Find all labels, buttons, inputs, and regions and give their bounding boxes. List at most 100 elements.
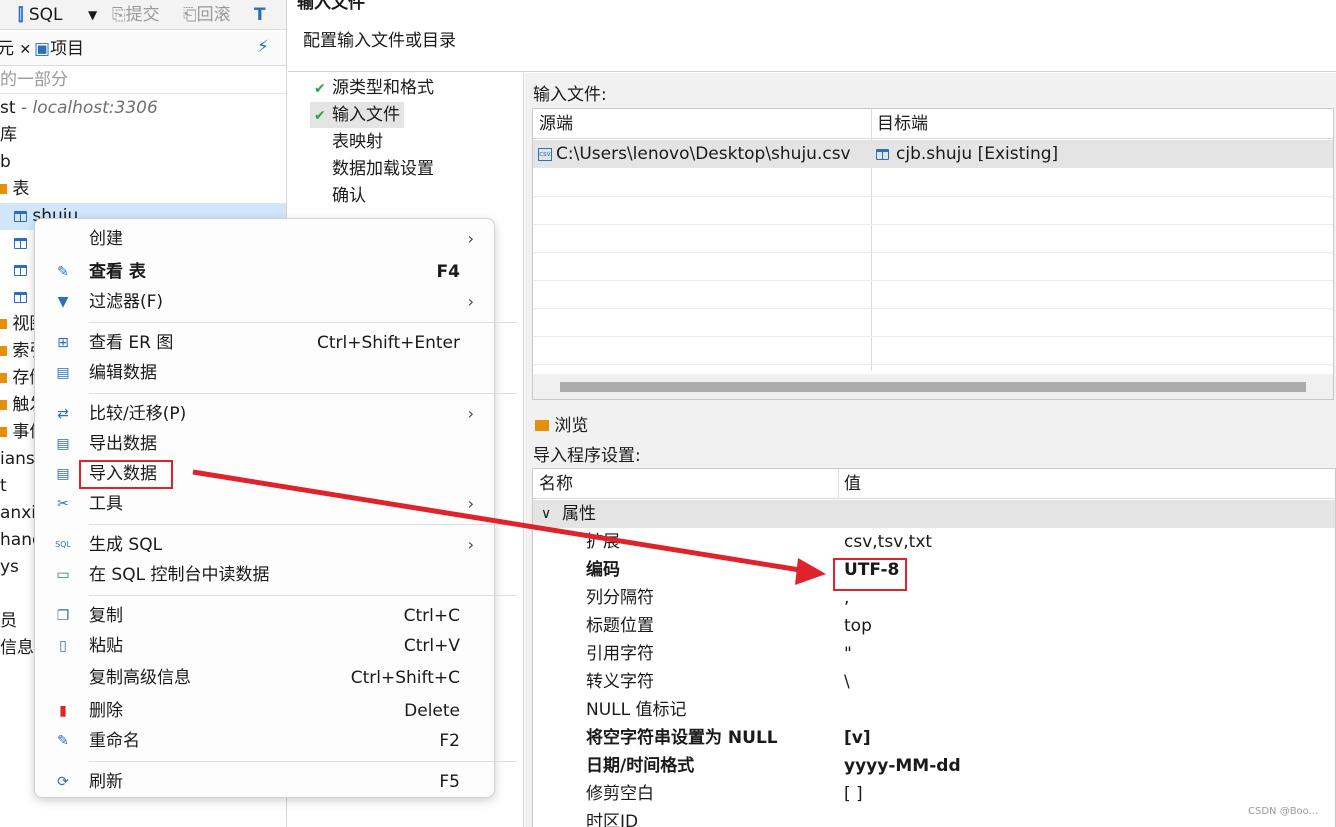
menu-separator [89,393,517,394]
table-icon [14,265,27,276]
table-row[interactable]: csv C:\Users\lenovo\Desktop\shuju.csv cj… [533,140,1333,168]
property-row[interactable]: 扩展 csv,tsv,txt [533,528,1335,556]
menu-item-create[interactable]: 创建 › [35,224,494,254]
menu-item-compare[interactable]: ⇄ 比较/迁移(P) › [35,399,494,429]
navigator-tabs: 元 ✕ ▣项目 ⚡ [0,32,286,66]
input-files-table: 源端 目标端 csv C:\Users\lenovo\Desktop\shuju… [532,108,1334,400]
horizontal-scrollbar[interactable] [533,374,1333,399]
sql-dropdown-icon[interactable]: ▼ [88,4,97,26]
column-header-value[interactable]: 值 [838,469,1335,499]
group-row-properties[interactable]: ∨ 属性 [533,500,1335,528]
tree-databases[interactable]: 库 [0,122,286,149]
step-table-mapping[interactable]: 表映射 [310,129,387,155]
folder-icon [535,420,549,431]
connect-icon[interactable]: ⚡ [257,36,269,58]
console-icon: ▭ [56,567,70,583]
step-source-type[interactable]: ✔ 源类型和格式 [310,75,438,101]
menu-separator [89,524,517,525]
tree-database-cjb[interactable]: b [0,149,286,176]
watermark: CSDN @Boo... [1248,806,1319,817]
property-row[interactable]: 引用字符 " [533,640,1335,668]
edit-data-icon: ▤ [56,365,70,381]
property-row[interactable]: 标题位置 top [533,612,1335,640]
column-header-target[interactable]: 目标端 [871,109,1333,139]
menu-item-filter[interactable]: ▼ 过滤器(F) › [35,287,494,317]
browse-button[interactable]: 浏览 [535,411,588,436]
menu-item-read-in-console[interactable]: ▭ 在 SQL 控制台中读数据 [35,560,494,590]
column-header-source[interactable]: 源端 [533,109,871,139]
pencil-icon: ✎ [57,264,69,280]
page-subtitle: 配置输入文件或目录 [303,31,456,51]
csv-file-icon: csv [538,148,552,161]
folder-icon [0,400,7,410]
importer-settings-label: 导入程序设置: [533,446,641,466]
menu-separator [89,761,517,762]
menu-item-rename[interactable]: ✎ 重命名 F2 [35,726,494,756]
property-row[interactable]: 日期/时间格式 yyyy-MM-dd [533,752,1335,780]
folder-icon [0,346,7,356]
export-icon: ▤ [56,436,70,452]
property-row[interactable]: 修剪空白[ ] [533,780,1335,808]
context-menu: 创建 › ✎ 查看 表 F4 ▼ 过滤器(F) › ⊞ 查看 ER 图 Ctrl+Shift+… [34,218,517,798]
menu-item-paste[interactable]: ▯ 粘贴 Ctrl+V [35,631,494,661]
tree-connection[interactable]: st - localhost:3306 [0,95,286,122]
menu-item-export-data[interactable]: ▤ 导出数据 [35,429,494,459]
menu-item-delete[interactable]: ▮ 删除 Delete [35,696,494,726]
tab-project[interactable]: ▣项目 [34,38,84,60]
chevron-down-icon[interactable]: ∨ [541,500,551,528]
menu-item-refresh[interactable]: ⟳ 刷新 F5 [35,767,494,797]
folder-icon [0,184,7,194]
menu-separator [89,595,517,596]
er-diagram-icon: ⊞ [57,335,69,351]
tools-icon: ✂ [57,496,69,512]
property-row[interactable]: 时区ID [533,808,1335,827]
property-row[interactable]: 将空字符串设置为 NULL [v] [533,724,1335,752]
property-row[interactable]: 转义字符 \ [533,668,1335,696]
commit-button[interactable]: ⎘提交 [112,4,160,26]
chevron-right-icon: › [467,292,474,311]
sql-icon: SQL [55,540,71,549]
folder-icon [0,427,7,437]
property-row[interactable]: NULL 值标记 [533,696,1335,724]
folder-icon [0,373,7,383]
wizard-header: 输入文件 配置输入文件或目录 [288,0,1336,72]
transaction-mode-icon[interactable]: T [254,4,266,26]
step-input-file[interactable]: ✔ 输入文件 [310,102,404,128]
property-row[interactable]: 编码 UTF-8 [533,556,1335,584]
menu-item-view-er[interactable]: ⊞ 查看 ER 图 Ctrl+Shift+Enter [35,328,494,358]
menu-item-copy[interactable]: ❐ 复制 Ctrl+C [35,601,494,631]
step-load-settings[interactable]: 数据加载设置 [310,156,438,182]
filter-input[interactable]: 的一部分 [0,66,286,94]
close-icon[interactable]: ✕ [19,42,31,58]
scrollbar-thumb[interactable] [560,382,1306,392]
menu-item-edit-data[interactable]: ▤ 编辑数据 [35,358,494,388]
wizard-main: 输入文件: 源端 目标端 csv C:\Users\lenovo\Desktop… [525,73,1336,827]
import-icon: ▤ [56,466,70,482]
table-icon [14,238,27,249]
menu-item-tools[interactable]: ✂ 工具 › [35,489,494,519]
sql-editor-button[interactable]: ⫿ SQL [18,4,63,26]
column-header-name[interactable]: 名称 [533,469,838,499]
menu-item-copy-advanced[interactable]: 复制高级信息 Ctrl+Shift+C [35,663,494,693]
compare-icon: ⇄ [57,406,69,422]
menu-item-generate-sql[interactable]: SQL 生成 SQL › [35,530,494,560]
menu-separator [89,322,517,323]
paste-icon: ▯ [59,638,67,654]
tree-tables-folder[interactable]: 表 [0,176,286,203]
project-icon: ▣ [34,39,51,59]
table-icon [876,149,889,160]
menu-item-view-table[interactable]: ✎ 查看 表 F4 [35,257,494,287]
refresh-icon: ⟳ [57,774,69,790]
step-confirm[interactable]: 确认 [310,183,370,209]
table-icon [14,211,27,222]
importer-properties-table: 名称 值 ∨ 属性 扩展 csv,tsv,txt 编码 UTF-8 列分隔符, 标题… [532,468,1336,827]
chevron-right-icon: › [467,229,474,248]
delete-icon: ▮ [59,703,67,719]
rollback-button[interactable]: ⎗回滚 [183,4,231,26]
chevron-right-icon: › [467,535,474,554]
input-files-label: 输入文件: [533,85,607,105]
tab-database-navigator[interactable]: 元 ✕ [0,38,31,60]
sql-icon: ⫿ [18,5,24,25]
check-icon: ✔ [314,81,326,97]
property-row[interactable]: 列分隔符, [533,584,1335,612]
